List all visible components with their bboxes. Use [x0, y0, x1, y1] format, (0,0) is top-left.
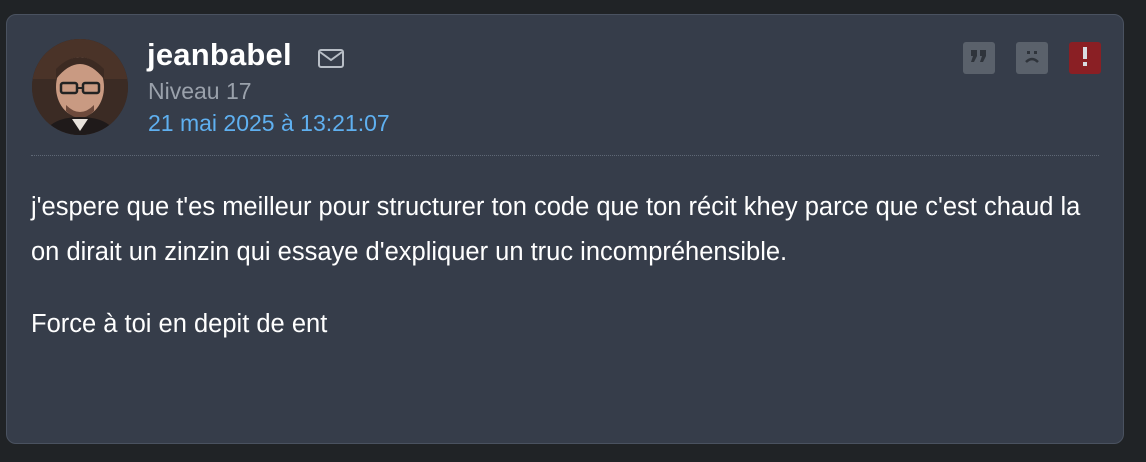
post-paragraph: Force à toi en depit de ent	[31, 310, 328, 338]
forum-post: jeanbabel Niveau 17 21 mai 2025 à 13:21:…	[6, 14, 1124, 444]
post-date[interactable]: 21 mai 2025 à 13:21:07	[148, 110, 390, 137]
report-button[interactable]	[1069, 42, 1101, 74]
envelope-icon[interactable]	[317, 48, 345, 70]
post-content: j'espere que t'es meilleur pour structur…	[31, 185, 1091, 347]
author-name[interactable]: jeanbabel	[147, 37, 292, 73]
blacklist-button[interactable]	[1016, 42, 1048, 74]
quote-icon	[969, 48, 989, 69]
post-paragraph: j'espere que t'es meilleur pour structur…	[31, 193, 1081, 266]
sad-face-icon	[1021, 45, 1043, 72]
post-actions	[963, 42, 1101, 74]
quote-button[interactable]	[963, 42, 995, 74]
avatar[interactable]	[32, 39, 128, 135]
header-divider	[31, 155, 1099, 156]
author-level: Niveau 17	[148, 78, 252, 104]
exclamation-icon	[1080, 45, 1090, 72]
